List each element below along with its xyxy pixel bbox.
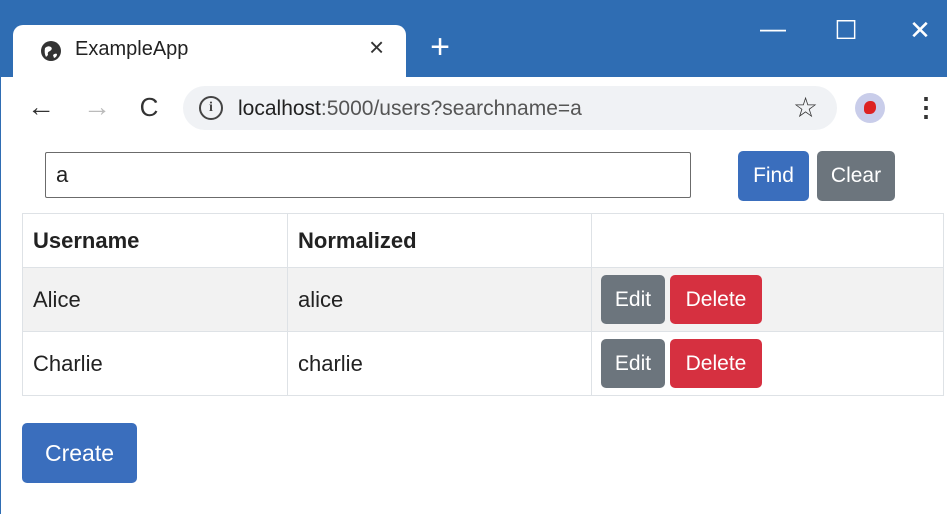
cell-actions: Edit Delete	[591, 331, 944, 396]
cell-username: Alice	[22, 267, 288, 332]
table-row: Alice alice Edit Delete	[22, 267, 944, 332]
edit-button[interactable]: Edit	[601, 339, 665, 388]
reload-icon[interactable]: C	[133, 91, 165, 123]
edit-button[interactable]: Edit	[601, 275, 665, 324]
maximize-button[interactable]: ☐	[831, 15, 861, 45]
cell-actions: Edit Delete	[591, 267, 944, 332]
table-header-row: Username Normalized	[22, 213, 944, 268]
minimize-button[interactable]: —	[758, 13, 788, 43]
new-tab-button[interactable]: +	[424, 30, 456, 64]
url-text[interactable]: localhost:5000/users?searchname=a	[238, 97, 582, 121]
forward-arrow-icon[interactable]: →	[81, 91, 113, 123]
search-input[interactable]	[45, 152, 691, 198]
close-window-button[interactable]: ✕	[905, 15, 935, 45]
bookmark-star-icon[interactable]: ☆	[793, 92, 818, 124]
menu-dots-icon[interactable]: ⋮	[913, 91, 939, 123]
browser-toolbar: ← → C i localhost:5000/users?searchname=…	[1, 77, 947, 139]
tab-title: ExampleApp	[75, 38, 189, 60]
delete-button[interactable]: Delete	[670, 275, 762, 324]
browser-window: ExampleApp × + — ☐ ✕ ← → C i localhost:5…	[0, 0, 947, 514]
tab-close-icon[interactable]: ×	[369, 34, 384, 60]
users-table: Username Normalized Alice alice Edit Dele…	[22, 213, 944, 396]
browser-tab[interactable]: ExampleApp ×	[13, 25, 406, 77]
url-host: localhost	[238, 97, 321, 120]
create-button[interactable]: Create	[22, 423, 137, 483]
header-normalized: Normalized	[287, 213, 592, 268]
globe-icon	[41, 41, 61, 61]
profile-avatar[interactable]	[855, 93, 885, 123]
page-content: Find Clear Username Normalized Alice ali…	[1, 139, 947, 514]
cell-normalized: charlie	[287, 331, 592, 396]
info-icon[interactable]: i	[199, 96, 223, 120]
delete-button[interactable]: Delete	[670, 339, 762, 388]
find-button[interactable]: Find	[738, 151, 809, 201]
clear-button[interactable]: Clear	[817, 151, 895, 201]
url-path: :5000/users?searchname=a	[320, 97, 582, 120]
back-arrow-icon[interactable]: ←	[25, 91, 57, 123]
cell-username: Charlie	[22, 331, 288, 396]
title-bar: ExampleApp × + — ☐ ✕	[1, 1, 947, 77]
cell-normalized: alice	[287, 267, 592, 332]
header-username: Username	[22, 213, 288, 268]
address-bar[interactable]: i localhost:5000/users?searchname=a ☆	[183, 86, 837, 130]
header-actions	[591, 213, 944, 268]
table-row: Charlie charlie Edit Delete	[22, 331, 944, 396]
